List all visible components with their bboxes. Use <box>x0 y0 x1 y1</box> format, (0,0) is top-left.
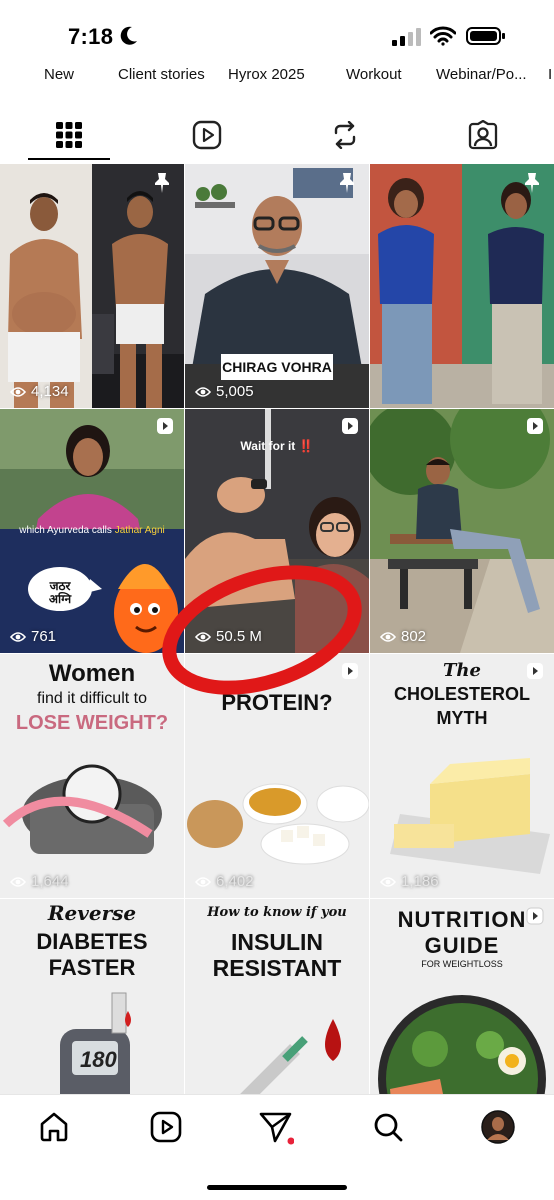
post-title-bottom: FASTER <box>48 955 136 980</box>
tab-tagged[interactable] <box>414 108 552 162</box>
profile-tabs <box>0 108 554 164</box>
status-time: 7:18 <box>68 24 114 49</box>
caption-highlight: Jathar Agni <box>114 525 165 536</box>
eye-icon <box>10 876 26 887</box>
post-title-top: INSULIN <box>231 929 323 955</box>
highlight-circle-annotation <box>162 565 362 695</box>
post-title-bottom: LOSE WEIGHT? <box>15 712 169 734</box>
nav-reels[interactable] <box>148 1109 184 1145</box>
profile-avatar <box>481 1110 515 1144</box>
eye-icon <box>10 386 26 397</box>
reel-badge-icon <box>526 907 544 925</box>
home-indicator <box>207 1185 347 1190</box>
nav-messages[interactable] <box>258 1109 294 1145</box>
post-title-script: How to know if you <box>207 905 347 920</box>
grid-post[interactable] <box>370 164 554 408</box>
wifi-icon <box>430 26 456 46</box>
battery-icon <box>466 27 505 45</box>
active-tab-indicator <box>28 158 110 160</box>
view-count: 4,134 <box>10 383 69 400</box>
view-count-text: 1,186 <box>401 873 439 890</box>
search-icon <box>374 1113 403 1142</box>
reels-icon <box>150 1111 182 1143</box>
reels-icon <box>192 120 222 150</box>
signal-icon <box>392 28 421 46</box>
highlight-label[interactable]: Workout <box>346 66 402 83</box>
view-count-text: 1,644 <box>31 873 69 890</box>
post-top-text: Wait for it ‼️ <box>185 439 369 453</box>
eye-icon <box>10 631 26 642</box>
home-icon <box>40 1112 68 1142</box>
reel-badge-icon <box>342 418 358 434</box>
post-title-top: DIABETES <box>36 929 148 954</box>
post-caption: which Ayurveda calls Jathar Agni <box>4 525 180 536</box>
grid-post[interactable]: 802 <box>370 409 554 653</box>
view-count: 1,644 <box>10 873 69 890</box>
reel-badge-icon <box>157 418 173 434</box>
post-title-bottom: MYTH <box>436 708 488 728</box>
tab-reposts[interactable] <box>276 108 414 162</box>
grid-post[interactable]: Reverse DIABETES FASTER 180 <box>0 899 184 1094</box>
reel-badge-icon <box>527 418 543 434</box>
highlight-label[interactable]: New <box>44 66 74 83</box>
name-tag-text: CHIRAG VOHRA <box>222 359 332 375</box>
bubble-text: जठर अग्नि <box>48 579 72 607</box>
highlight-label[interactable]: Hyrox 2025 <box>228 66 305 83</box>
post-thumbnail <box>370 409 554 653</box>
grid-post[interactable]: How to know if you INSULIN RESISTANT <box>185 899 369 1094</box>
reposts-icon <box>334 121 356 149</box>
highlight-label[interactable]: Webinar/Po... <box>436 66 527 83</box>
story-highlights: New Client stories Hyrox 2025 Workout We… <box>0 64 554 86</box>
view-count: 761 <box>10 628 56 645</box>
messages-icon <box>259 1112 294 1145</box>
view-count-text: 4,134 <box>31 383 69 400</box>
view-count-text: 5,005 <box>216 383 254 400</box>
eye-icon <box>195 386 211 397</box>
name-tag: CHIRAG VOHRA <box>221 354 333 380</box>
grid-post[interactable]: CHIRAG VOHRA 5,005 <box>185 164 369 408</box>
post-thumbnail <box>370 164 554 408</box>
eye-icon <box>380 631 396 642</box>
top-text: Wait for it ‼️ <box>240 439 314 453</box>
view-count: 5,005 <box>195 383 254 400</box>
grid-post[interactable]: 4,134 <box>0 164 184 408</box>
post-subtitle: FOR WEIGHTLOSS <box>421 959 503 969</box>
eye-icon <box>195 876 211 887</box>
grid-post[interactable]: The CHOLESTEROL MYTH 1,186 <box>370 654 554 898</box>
highlight-label[interactable]: Client stories <box>118 66 205 83</box>
post-title-script: Reverse <box>47 901 137 925</box>
bottom-nav <box>0 1094 554 1200</box>
view-count: 802 <box>380 628 426 645</box>
status-bar: 7:18 <box>0 0 554 64</box>
highlight-label[interactable]: I <box>548 66 552 83</box>
caption-text: which Ayurveda calls <box>19 525 112 536</box>
view-count-text: 802 <box>401 628 427 645</box>
grid-post[interactable]: NUTRITION GUIDE FOR WEIGHTLOSS <box>370 899 554 1094</box>
nav-search[interactable] <box>370 1109 406 1145</box>
post-title-bottom: GUIDE <box>424 933 500 958</box>
eye-icon <box>380 876 396 887</box>
tagged-icon <box>468 120 498 150</box>
reel-badge-icon <box>527 663 543 679</box>
pin-icon <box>340 173 354 193</box>
moon-icon <box>120 26 137 45</box>
nav-profile[interactable] <box>480 1109 516 1145</box>
view-count-text: 761 <box>31 628 57 645</box>
nav-home[interactable] <box>36 1109 72 1145</box>
speech-bubble: जठर अग्नि <box>36 567 84 607</box>
tab-grid[interactable] <box>0 108 138 162</box>
view-count: 1,186 <box>380 873 439 890</box>
post-thumbnail <box>0 164 184 408</box>
pin-icon <box>525 173 539 193</box>
tab-reels[interactable] <box>138 108 276 162</box>
post-title-top: CHOLESTEROL <box>393 684 530 704</box>
view-count-text: 6,402 <box>216 873 254 890</box>
glucose-reading: 180 <box>80 1047 117 1072</box>
pin-icon <box>155 173 169 193</box>
grid-icon <box>56 122 82 148</box>
view-count: 6,402 <box>195 873 254 890</box>
post-title-bottom: RESISTANT <box>212 955 342 981</box>
